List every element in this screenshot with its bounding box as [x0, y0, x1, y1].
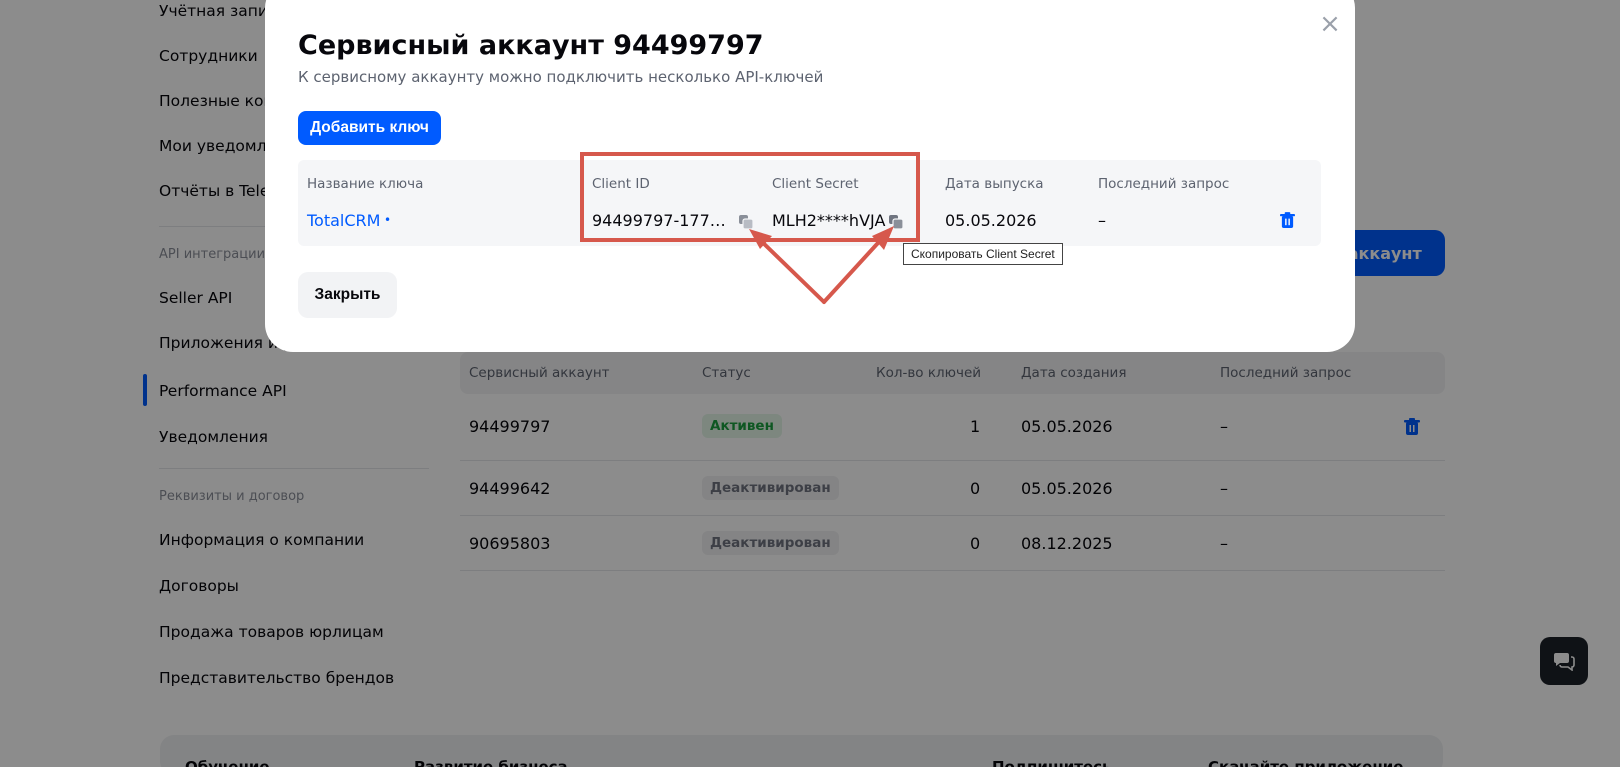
trash-icon[interactable] — [1280, 212, 1295, 229]
annotation-highlight-box — [580, 152, 920, 242]
add-key-button[interactable]: Добавить ключ — [298, 111, 441, 145]
close-icon[interactable]: × — [1318, 11, 1342, 37]
copy-secret-tooltip: Скопировать Client Secret — [903, 243, 1063, 265]
key-status-dot: • — [384, 213, 392, 227]
modal-title: Сервисный аккаунт 94499797 — [298, 30, 764, 61]
column-header-last-request: Последний запрос — [1098, 176, 1230, 192]
column-header-key-name: Название ключа — [307, 176, 424, 192]
column-header-issue-date: Дата выпуска — [945, 176, 1044, 192]
modal-subtitle: К сервисному аккаунту можно подключить н… — [298, 68, 824, 86]
close-button[interactable]: Закрыть — [298, 272, 397, 318]
last-request-value: – — [1098, 211, 1106, 230]
issue-date-value: 05.05.2026 — [945, 211, 1037, 230]
key-name-link[interactable]: TotalCRM — [307, 211, 380, 230]
